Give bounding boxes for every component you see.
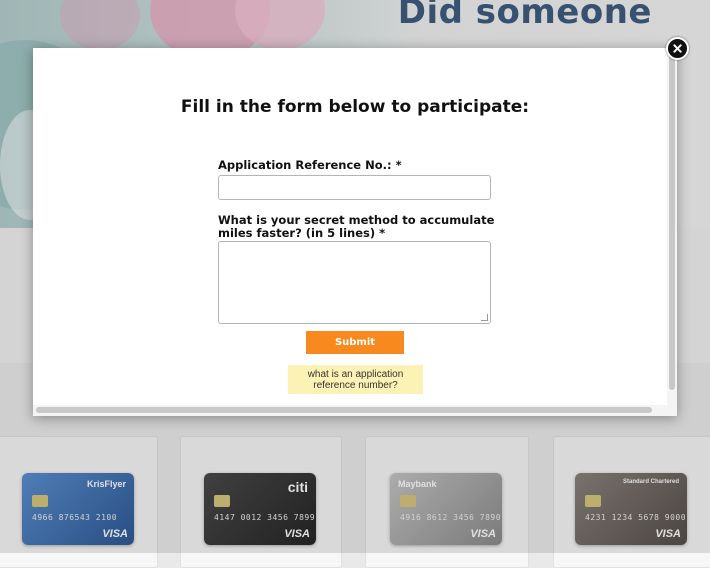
application-reference-help-link[interactable]: what is an application reference number? (288, 365, 423, 394)
modal-title: Fill in the form below to participate: (180, 97, 530, 117)
participation-modal: Fill in the form below to participate: A… (33, 48, 677, 416)
vertical-scrollbar[interactable] (667, 48, 677, 405)
secret-method-textarea[interactable] (218, 241, 491, 324)
vertical-scrollbar-thumb[interactable] (669, 52, 675, 390)
reference-number-input[interactable] (218, 175, 491, 200)
secret-method-label: What is your secret method to accumulate… (218, 213, 495, 240)
reference-number-label: Application Reference No.: * (218, 158, 402, 172)
resize-handle-icon[interactable] (481, 314, 488, 321)
submit-button[interactable]: Submit (306, 331, 404, 354)
horizontal-scrollbar-thumb[interactable] (36, 407, 652, 413)
horizontal-scrollbar[interactable] (33, 405, 677, 416)
close-modal-button[interactable] (666, 37, 689, 60)
close-icon (673, 44, 682, 53)
